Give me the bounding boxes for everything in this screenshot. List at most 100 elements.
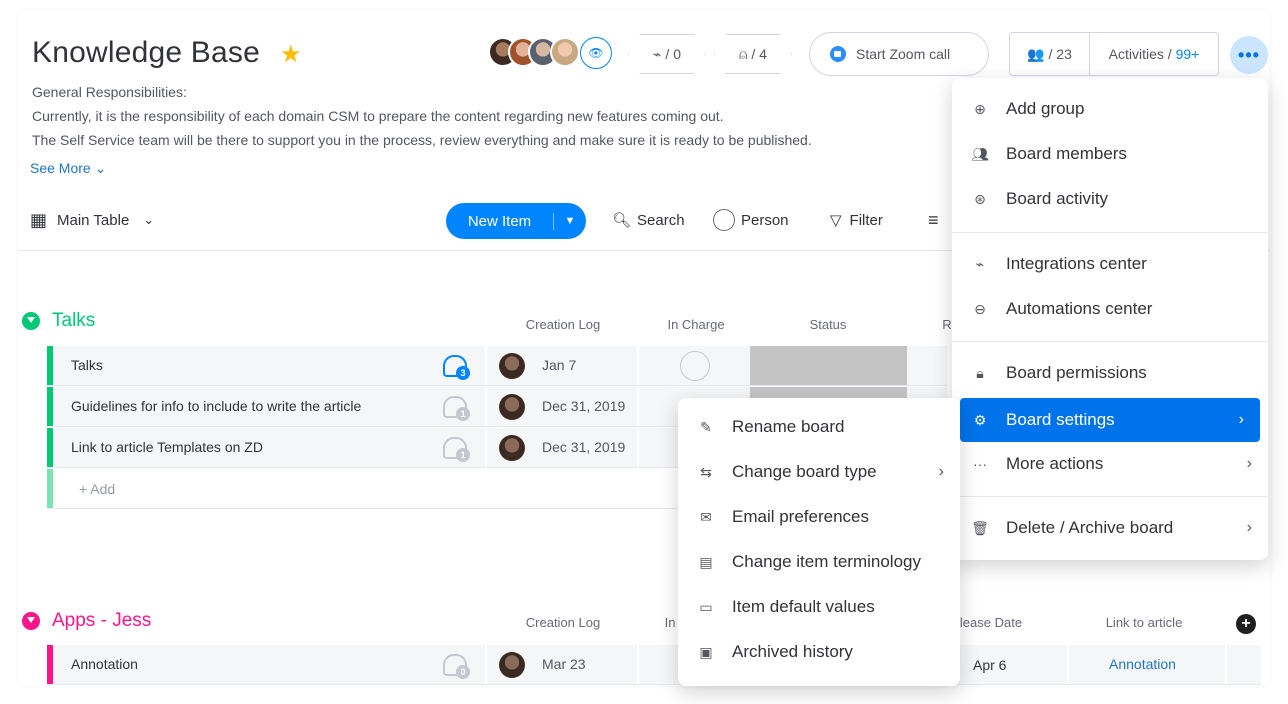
item-name[interactable]: Link to article Templates on ZD xyxy=(71,439,263,455)
article-link[interactable]: Annotation xyxy=(1109,656,1176,672)
group-color-bar xyxy=(47,645,53,684)
lock-icon: 🔒︎ xyxy=(976,364,984,381)
avatar[interactable] xyxy=(499,353,525,379)
board-menu-button[interactable]: ••• xyxy=(1230,36,1268,74)
add-column-icon[interactable]: + xyxy=(1236,614,1256,634)
view-selector[interactable]: ▦ Main Table ⌄ xyxy=(30,200,154,240)
updates-count: 1 xyxy=(456,407,470,421)
menu-item-board-settings[interactable]: ⚙ Board settings › xyxy=(960,398,1260,442)
menu-item-board-activity[interactable]: ⊛ Board activity xyxy=(952,179,1268,219)
column-header-in-charge[interactable]: In xyxy=(660,615,680,630)
search-icon: 🔍︎ xyxy=(612,212,632,229)
group-title-apps-jess[interactable]: Apps - Jess xyxy=(22,610,151,632)
column-header-release[interactable]: R xyxy=(942,317,952,332)
chevron-right-icon: › xyxy=(1246,455,1252,472)
dots-icon: ··· xyxy=(973,456,987,472)
column-header-in-charge[interactable]: In Charge xyxy=(656,317,736,332)
add-item-input[interactable]: + Add xyxy=(79,481,115,497)
menu-item-integrations-center[interactable]: ⌁ Integrations center xyxy=(952,244,1268,284)
chevron-down-icon: ⌄ xyxy=(143,212,155,227)
column-header-link-to-article[interactable]: Link to article xyxy=(1094,615,1194,630)
release-date[interactable]: Apr 6 xyxy=(973,657,1006,673)
item-name[interactable]: Talks xyxy=(71,357,103,373)
filter-button[interactable]: ▽ Filter xyxy=(830,200,883,240)
board-subscribers[interactable]: 👁 xyxy=(488,37,618,69)
zoom-icon xyxy=(830,46,846,62)
menu-divider xyxy=(952,232,1268,233)
person-filter-button[interactable]: Person xyxy=(713,200,789,240)
menu-item-delete-archive-board[interactable]: 🗑︎ Delete / Archive board › xyxy=(952,508,1268,548)
invite-icon[interactable]: 👁 xyxy=(580,37,612,69)
id-card-icon: ▤ xyxy=(699,553,713,570)
column-header-creation-log[interactable]: Creation Log xyxy=(518,317,608,332)
pencil-icon: ✎ xyxy=(700,418,712,435)
updates-icon[interactable]: 0 xyxy=(443,654,470,679)
menu-item-board-members[interactable]: 👥︎ Board members xyxy=(952,134,1268,174)
collapse-group-icon[interactable] xyxy=(22,612,40,630)
updates-icon[interactable]: 1 xyxy=(443,437,470,462)
robot-icon: ⊖ xyxy=(974,300,986,317)
members-icon: 👥︎ xyxy=(971,145,989,162)
avatar[interactable] xyxy=(499,394,525,420)
column-header-status[interactable]: Status xyxy=(788,317,868,332)
search-button[interactable]: 🔍︎ Search xyxy=(612,200,685,240)
item-name[interactable]: Annotation xyxy=(71,656,138,672)
updates-icon[interactable]: 1 xyxy=(443,396,470,421)
description-line-3: The Self Service team will be there to s… xyxy=(32,132,812,148)
updates-count: 3 xyxy=(456,366,470,380)
envelope-icon: ✉ xyxy=(700,508,712,525)
group-title-talks[interactable]: Talks xyxy=(22,310,95,332)
more-dots-icon: ••• xyxy=(1238,44,1260,65)
menu-item-change-board-type[interactable]: ⇆ Change board type › xyxy=(678,452,960,492)
group-color-bar xyxy=(47,387,53,426)
updates-icon[interactable]: 3 xyxy=(443,355,470,380)
favorite-star-icon[interactable]: ★ xyxy=(280,40,302,69)
collapse-group-icon[interactable] xyxy=(22,312,40,330)
in-charge-empty-avatar-icon[interactable] xyxy=(680,351,710,381)
board-toolbar: ▦ Main Table ⌄ New Item ▼ 🔍︎ Search Perso… xyxy=(30,200,960,240)
group-color-bar xyxy=(47,428,53,467)
status-cell[interactable] xyxy=(750,346,907,385)
board-title[interactable]: Knowledge Base xyxy=(32,36,260,70)
group-color-bar xyxy=(47,469,53,508)
menu-item-add-group[interactable]: ⊕ Add group xyxy=(952,89,1268,129)
item-name[interactable]: Guidelines for info to include to write … xyxy=(71,398,361,414)
table-row[interactable]: Talks 3 Jan 7 xyxy=(47,346,947,386)
menu-divider xyxy=(952,496,1268,497)
table-row[interactable]: Annotation 0 Mar 23 Apr 6 Annotation xyxy=(47,645,1261,685)
activities-button[interactable]: Activities / 99+ xyxy=(1090,46,1218,62)
see-more-link[interactable]: See More ⌄ xyxy=(30,160,106,177)
menu-item-archived-history[interactable]: ▣ Archived history xyxy=(678,632,960,672)
plug-icon: ⌁ xyxy=(652,45,662,62)
avatar[interactable] xyxy=(550,37,580,67)
group-color-bar xyxy=(47,346,53,385)
members-icon: 👥 xyxy=(1027,45,1045,62)
menu-item-automations-center[interactable]: ⊖ Automations center xyxy=(952,289,1268,329)
board-members-button[interactable]: 👥/ 23 xyxy=(1010,33,1090,75)
start-zoom-call-button[interactable]: Start Zoom call xyxy=(809,32,989,76)
gear-icon: ⚙ xyxy=(973,411,987,428)
creation-date: Dec 31, 2019 xyxy=(542,439,626,455)
board-menu: ⊕ Add group 👥︎ Board members ⊛ Board activi… xyxy=(952,78,1268,560)
menu-item-change-item-terminology[interactable]: ▤ Change item terminology xyxy=(678,542,960,582)
menu-item-email-preferences[interactable]: ✉ Email preferences xyxy=(678,497,960,537)
person-icon xyxy=(713,209,735,231)
avatar[interactable] xyxy=(499,652,525,678)
chevron-down-icon[interactable]: ▼ xyxy=(554,215,586,227)
integrations-button[interactable]: ⌁/ 0 xyxy=(628,34,706,74)
new-item-button[interactable]: New Item ▼ xyxy=(446,203,586,239)
updates-count: 0 xyxy=(456,665,470,679)
column-header-creation-log[interactable]: Creation Log xyxy=(518,615,608,630)
automations-button[interactable]: ⍝/ 4 xyxy=(714,34,792,74)
sort-button[interactable]: ≡ xyxy=(928,200,939,240)
plug-icon: ⌁ xyxy=(975,255,985,272)
board-settings-submenu: ✎ Rename board ⇆ Change board type › ✉ Emai… xyxy=(678,398,960,686)
menu-divider xyxy=(952,341,1268,342)
table-icon: ▦ xyxy=(30,209,48,230)
avatar[interactable] xyxy=(499,435,525,461)
menu-item-board-permissions[interactable]: 🔒︎ Board permissions xyxy=(952,353,1268,393)
menu-item-more-actions[interactable]: ··· More actions › xyxy=(952,444,1268,484)
menu-item-item-default-values[interactable]: ▭ Item default values xyxy=(678,587,960,627)
menu-item-rename-board[interactable]: ✎ Rename board xyxy=(678,407,960,447)
creation-date: Mar 23 xyxy=(542,656,586,672)
